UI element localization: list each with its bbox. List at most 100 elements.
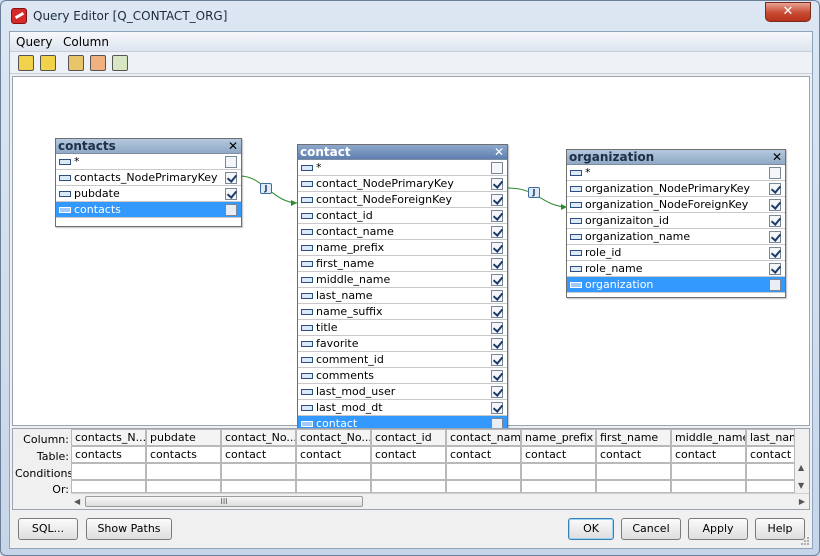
field-checkbox[interactable]	[491, 354, 503, 366]
field-checkbox[interactable]	[491, 162, 503, 174]
grid-table-cell[interactable]: contact	[221, 446, 296, 463]
table-row[interactable]: organizaiton_id	[567, 213, 785, 229]
grid-conditions-cell[interactable]	[371, 463, 446, 480]
field-checkbox[interactable]	[491, 258, 503, 270]
table-row[interactable]: title	[298, 320, 507, 336]
field-checkbox[interactable]	[491, 210, 503, 222]
grid-conditions-cell[interactable]	[146, 463, 221, 480]
grid-column-cell[interactable]: contact_No...	[221, 429, 296, 446]
table-contacts[interactable]: contacts ✕ * contacts_NodePrimaryKey pubda…	[55, 138, 242, 227]
field-checkbox[interactable]	[491, 290, 503, 302]
field-checkbox[interactable]	[769, 279, 781, 291]
grid-table-cell[interactable]: contacts	[146, 446, 221, 463]
field-checkbox[interactable]	[491, 370, 503, 382]
window-close-button[interactable]: ✕	[765, 2, 811, 22]
table-header-contact[interactable]: contact ✕	[298, 145, 507, 160]
scroll-right-icon[interactable]: ▶	[799, 497, 805, 506]
table-row[interactable]: name_prefix	[298, 240, 507, 256]
grid-or-cell[interactable]	[596, 480, 671, 493]
grid-conditions-cell[interactable]	[296, 463, 371, 480]
table-row[interactable]: *	[567, 165, 785, 181]
grid-horizontal-scrollbar[interactable]: ◀ III ▶	[71, 493, 809, 509]
table-row[interactable]: role_name	[567, 261, 785, 277]
cancel-button[interactable]: Cancel	[621, 518, 681, 540]
field-checkbox[interactable]	[769, 215, 781, 227]
table-row[interactable]: last_mod_user	[298, 384, 507, 400]
grid-conditions-cell[interactable]	[671, 463, 746, 480]
grid-or-cell[interactable]	[446, 480, 521, 493]
close-icon[interactable]: ✕	[228, 139, 238, 153]
menu-query[interactable]: Query	[16, 35, 52, 49]
table-row[interactable]: name_suffix	[298, 304, 507, 320]
grid-or-cell[interactable]	[746, 480, 795, 493]
field-checkbox[interactable]	[491, 338, 503, 350]
scroll-thumb[interactable]: III	[85, 496, 363, 507]
table-row[interactable]: contact_NodePrimaryKey	[298, 176, 507, 192]
field-checkbox[interactable]	[769, 247, 781, 259]
help-button[interactable]: Help	[755, 518, 805, 540]
grid-or-cell[interactable]	[296, 480, 371, 493]
table-row[interactable]: *	[298, 160, 507, 176]
sql-button[interactable]: SQL...	[18, 518, 78, 540]
show-paths-button[interactable]: Show Paths	[86, 518, 172, 540]
table-row[interactable]: pubdate	[56, 186, 241, 202]
table-row[interactable]: last_mod_dt	[298, 400, 507, 416]
menu-column[interactable]: Column	[63, 35, 109, 49]
grid-column-cell[interactable]: contact_name	[446, 429, 521, 446]
table-row[interactable]: comments	[298, 368, 507, 384]
join-badge-contacts-contact[interactable]: J	[260, 183, 272, 194]
scroll-left-icon[interactable]: ◀	[74, 497, 80, 506]
save-icon[interactable]	[18, 55, 34, 71]
field-checkbox[interactable]	[225, 204, 237, 216]
table-row[interactable]: *	[56, 154, 241, 170]
field-checkbox[interactable]	[769, 199, 781, 211]
ok-button[interactable]: OK	[568, 518, 614, 540]
table-row[interactable]: organization_NodePrimaryKey	[567, 181, 785, 197]
table-row[interactable]: middle_name	[298, 272, 507, 288]
table-row[interactable]: comment_id	[298, 352, 507, 368]
grid-column-cell[interactable]: pubdate	[146, 429, 221, 446]
scroll-up-icon[interactable]: ▲	[798, 463, 804, 472]
grid-table-cell[interactable]: contacts	[71, 446, 146, 463]
grid-or-cell[interactable]	[221, 480, 296, 493]
table-row[interactable]: contact_NodeForeignKey	[298, 192, 507, 208]
scroll-down-icon[interactable]: ▼	[798, 481, 804, 490]
table-row[interactable]: organization	[567, 277, 785, 293]
grid-conditions-cell[interactable]	[521, 463, 596, 480]
resize-grip-icon[interactable]	[800, 536, 810, 546]
title-bar[interactable]: Query Editor [Q_CONTACT_ORG] ✕	[1, 1, 819, 31]
table-canvas[interactable]: J J contacts ✕ * contacts_NodePrimaryKey p…	[12, 76, 810, 437]
grid-conditions-cell[interactable]	[221, 463, 296, 480]
grid-conditions-cell[interactable]	[746, 463, 795, 480]
grid-conditions-cell[interactable]	[71, 463, 146, 480]
grid-column-cell[interactable]: contacts_N...	[71, 429, 146, 446]
table-row[interactable]: contact_name	[298, 224, 507, 240]
function-icon[interactable]	[112, 55, 128, 71]
grid-or-cell[interactable]	[371, 480, 446, 493]
field-checkbox[interactable]	[491, 306, 503, 318]
field-checkbox[interactable]	[491, 274, 503, 286]
table-row[interactable]: role_id	[567, 245, 785, 261]
table-contact[interactable]: contact ✕ * contact_NodePrimaryKey contact…	[297, 144, 508, 437]
table-row[interactable]: favorite	[298, 336, 507, 352]
table-row[interactable]: first_name	[298, 256, 507, 272]
grid-table-cell[interactable]: contact	[371, 446, 446, 463]
grid-table-cell[interactable]: contact	[296, 446, 371, 463]
field-checkbox[interactable]	[225, 188, 237, 200]
remove-table-icon[interactable]	[90, 55, 106, 71]
field-checkbox[interactable]	[769, 231, 781, 243]
field-checkbox[interactable]	[225, 172, 237, 184]
grid-conditions-cell[interactable]	[446, 463, 521, 480]
table-organization[interactable]: organization ✕ * organization_NodePrimary…	[566, 149, 786, 298]
field-checkbox[interactable]	[769, 263, 781, 275]
field-checkbox[interactable]	[491, 226, 503, 238]
join-badge-contact-organization[interactable]: J	[528, 187, 540, 198]
field-checkbox[interactable]	[491, 386, 503, 398]
table-row[interactable]: last_name	[298, 288, 507, 304]
grid-column-cell[interactable]: contact_No...	[296, 429, 371, 446]
table-header-contacts[interactable]: contacts ✕	[56, 139, 241, 154]
field-checkbox[interactable]	[491, 242, 503, 254]
grid-column-cell[interactable]: last_name	[746, 429, 795, 446]
field-checkbox[interactable]	[491, 322, 503, 334]
grid-table-cell[interactable]: contact	[521, 446, 596, 463]
